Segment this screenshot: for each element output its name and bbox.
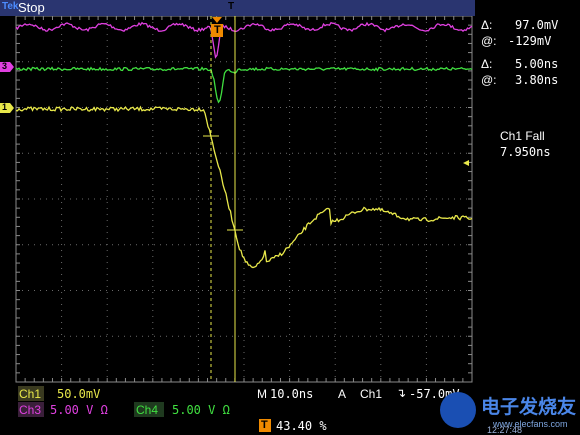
ch4-trace [15, 66, 473, 104]
ch4-scale[interactable]: 5.00 V Ω [172, 404, 230, 416]
voltage-delta-value: 97.0mV [515, 18, 559, 32]
trigger-t-marker-arrow [212, 17, 222, 23]
time-at-label: @: [481, 73, 497, 87]
trigger-position-icon-label: T [261, 419, 268, 431]
time-delta-value: 5.00ns [515, 57, 559, 71]
ch1-scale[interactable]: 50.0mV [57, 388, 100, 400]
ch3-scale[interactable]: 5.00 V Ω [50, 404, 108, 416]
ch1-marker-label: 1 [2, 102, 8, 112]
graticule [15, 15, 473, 383]
trigger-level-arrow[interactable] [463, 160, 469, 166]
oscilloscope-screen [0, 1, 473, 383]
measurement-value: 7.950ns [500, 145, 551, 159]
clock-time: 12:27:48 [487, 425, 523, 435]
trigger-slope-icon: ↴ [396, 386, 407, 400]
trigger-source[interactable]: Ch1 [360, 388, 382, 400]
ch3-marker-label: 3 [2, 61, 8, 71]
status-bar [0, 0, 475, 16]
ch4-label[interactable]: Ch4 [136, 404, 158, 416]
measurement-label: Ch1 Fall [500, 129, 545, 143]
trigger-t-marker-label: T [214, 24, 221, 36]
run-state[interactable]: Stop [18, 1, 45, 14]
watermark-logo [440, 392, 476, 428]
ch3-label[interactable]: Ch3 [19, 404, 41, 416]
voltage-at-value: -129mV [508, 34, 552, 48]
voltage-at-label: @: [481, 34, 497, 48]
ch1-label[interactable]: Ch1 [19, 388, 41, 400]
trigger-mode[interactable]: A [338, 388, 346, 400]
trigger-position-marker-label: T [228, 1, 235, 12]
voltage-delta-label: Δ: [481, 18, 493, 32]
brand-logo: Tek [2, 1, 19, 12]
ch1-trace [15, 105, 473, 269]
time-at-value: 3.80ns [515, 73, 559, 87]
time-delta-label: Δ: [481, 57, 493, 71]
trigger-position-value[interactable]: 43.40 % [276, 420, 327, 432]
timebase-value[interactable]: 10.0ns [270, 388, 313, 400]
watermark-text: 电子发烧友 [481, 396, 577, 418]
timebase-label: M [257, 387, 267, 401]
